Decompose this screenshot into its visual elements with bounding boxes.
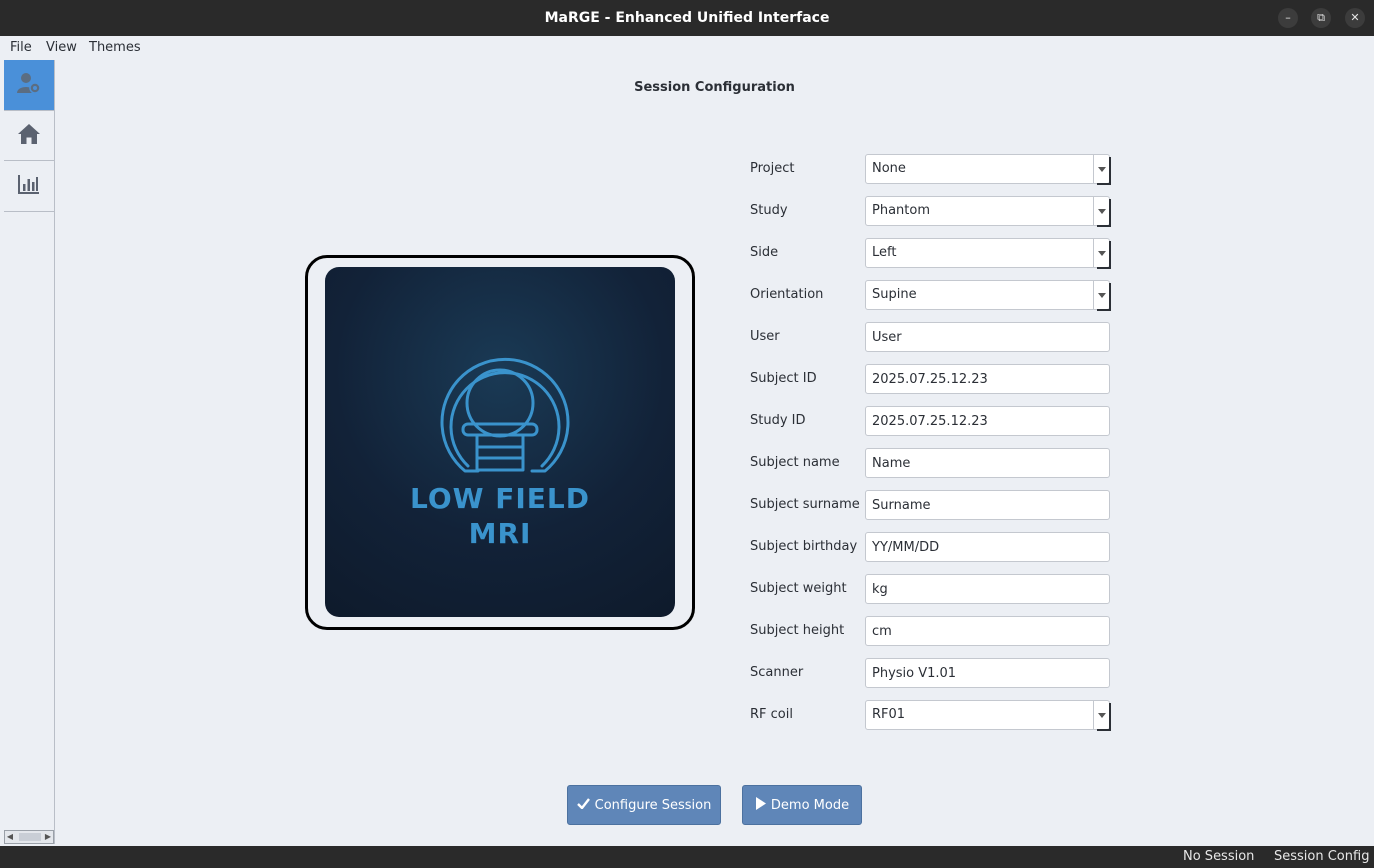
subject-name-field[interactable] (865, 448, 1110, 478)
check-icon (576, 797, 590, 813)
orientation-select[interactable]: Supine (865, 280, 1111, 311)
page-title: Session Configuration (634, 80, 795, 95)
menu-file[interactable]: File (10, 36, 32, 60)
menu-view[interactable]: View (46, 36, 77, 60)
scroll-thumb[interactable] (19, 833, 41, 841)
project-value: None (872, 161, 906, 176)
sidebar-scrollbar[interactable]: ◀ ▶ (4, 830, 54, 844)
home-icon (17, 123, 41, 149)
study-label: Study (750, 203, 788, 218)
maximize-button[interactable]: ⧉ (1311, 8, 1331, 28)
close-icon: ✕ (1350, 11, 1360, 24)
window-title: MaRGE - Enhanced Unified Interface (544, 10, 830, 26)
study-id-label: Study ID (750, 413, 806, 428)
configure-session-label: Configure Session (594, 797, 712, 813)
user-settings-icon (16, 70, 42, 100)
bar-chart-icon (18, 174, 40, 198)
sidebar-divider (4, 211, 54, 212)
scanner-field[interactable] (865, 658, 1110, 688)
subject-name-label: Subject name (750, 455, 840, 470)
play-icon (755, 796, 766, 814)
study-select[interactable]: Phantom (865, 196, 1111, 227)
minimize-button[interactable]: – (1278, 8, 1298, 28)
subject-height-field[interactable] (865, 616, 1110, 646)
user-label: User (750, 329, 780, 344)
orientation-label: Orientation (750, 287, 824, 302)
title-bar: MaRGE - Enhanced Unified Interface – ⧉ ✕ (0, 0, 1374, 36)
scroll-right-icon[interactable]: ▶ (43, 831, 53, 843)
subject-weight-field[interactable] (865, 574, 1110, 604)
mode-status: Session Config (1274, 849, 1370, 864)
scanner-label: Scanner (750, 665, 804, 680)
user-field[interactable] (865, 322, 1110, 352)
menu-bar: File View Themes (0, 36, 1374, 60)
sidebar (4, 60, 55, 844)
menu-themes[interactable]: Themes (89, 36, 141, 60)
restore-icon: ⧉ (1317, 11, 1325, 24)
sidebar-item-session[interactable] (4, 60, 54, 110)
mri-scanner-icon (440, 357, 570, 473)
sidebar-item-analysis[interactable] (4, 161, 54, 211)
subject-birthday-field[interactable] (865, 532, 1110, 562)
logo-text-line-1: LOW FIELD (409, 482, 591, 515)
chevron-down-icon[interactable] (1093, 197, 1109, 225)
subject-surname-label: Subject surname (750, 497, 860, 512)
rf-coil-value: RF01 (872, 707, 906, 722)
chevron-down-icon[interactable] (1093, 701, 1109, 729)
scroll-left-icon[interactable]: ◀ (5, 831, 15, 843)
side-value: Left (872, 245, 897, 260)
subject-id-label: Subject ID (750, 371, 817, 386)
demo-mode-label: Demo Mode (770, 797, 850, 813)
subject-id-field[interactable] (865, 364, 1110, 394)
chevron-down-icon[interactable] (1093, 239, 1109, 267)
project-label: Project (750, 161, 795, 176)
rf-coil-select[interactable]: RF01 (865, 700, 1111, 731)
subject-surname-field[interactable] (865, 490, 1110, 520)
subject-height-label: Subject height (750, 623, 845, 638)
logo-frame: LOW FIELD MRI (305, 255, 695, 630)
orientation-value: Supine (872, 287, 917, 302)
subject-birthday-label: Subject birthday (750, 539, 858, 554)
logo-text-line-2: MRI (468, 517, 532, 550)
minimize-icon: – (1285, 11, 1291, 24)
demo-mode-button[interactable]: Demo Mode (742, 785, 862, 825)
side-select[interactable]: Left (865, 238, 1111, 269)
sidebar-item-home[interactable] (4, 111, 54, 161)
session-status: No Session (1183, 849, 1255, 864)
subject-weight-label: Subject weight (750, 581, 847, 596)
project-select[interactable]: None (865, 154, 1111, 185)
chevron-down-icon[interactable] (1093, 155, 1109, 183)
rf-coil-label: RF coil (750, 707, 793, 722)
close-button[interactable]: ✕ (1345, 8, 1365, 28)
configure-session-button[interactable]: Configure Session (567, 785, 721, 825)
low-field-mri-logo: LOW FIELD MRI (325, 267, 675, 617)
study-value: Phantom (872, 203, 930, 218)
chevron-down-icon[interactable] (1093, 281, 1109, 309)
side-label: Side (750, 245, 779, 260)
status-bar: No Session Session Config (0, 846, 1374, 868)
study-id-field[interactable] (865, 406, 1110, 436)
